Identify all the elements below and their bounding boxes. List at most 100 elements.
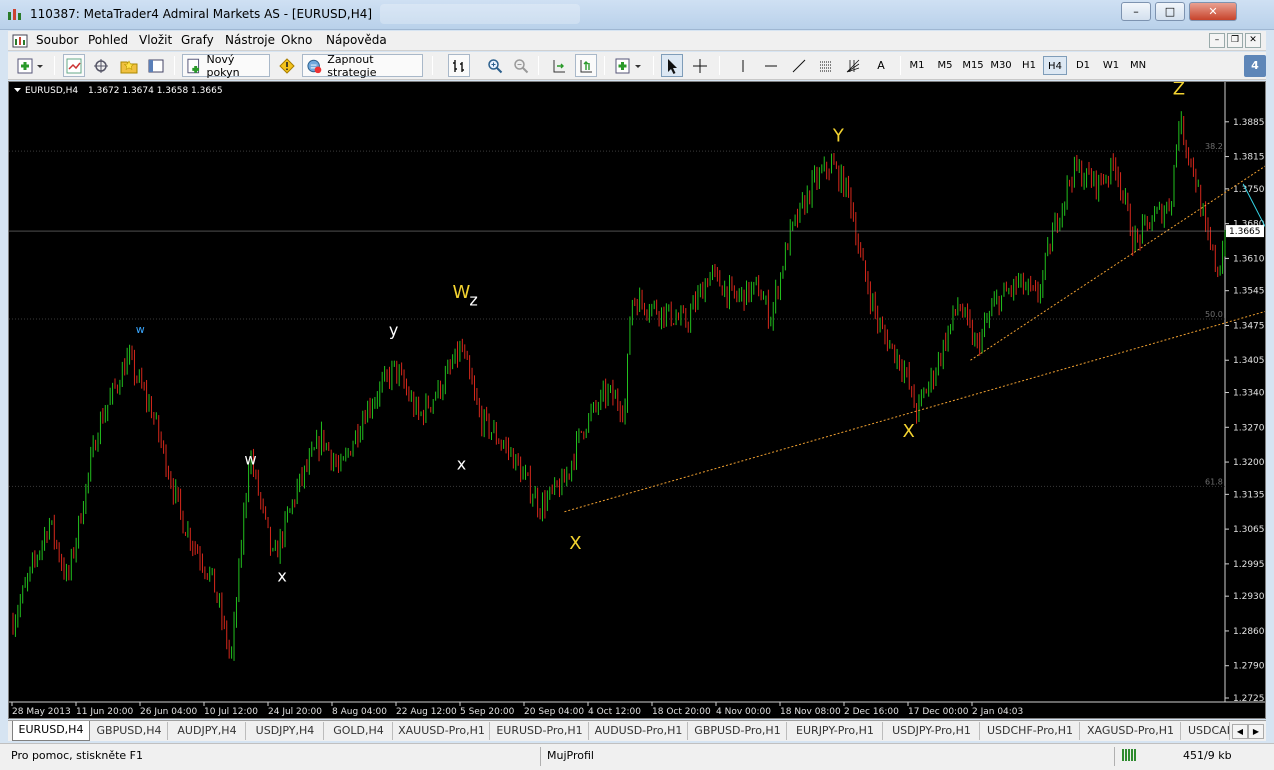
x-tick-label: 28 May 2013 (12, 707, 71, 717)
tab-xagusd-pro-h1[interactable]: XAGUSD-Pro,H1 (1081, 722, 1181, 740)
chart-minimize-button[interactable]: – (1209, 33, 1225, 48)
new-chart-button[interactable] (14, 54, 48, 77)
tab-xauusd-pro-h1[interactable]: XAUUSD-Pro,H1 (394, 722, 490, 740)
menu-vlozit[interactable]: Vložit (139, 33, 172, 47)
bar-chart-button[interactable] (448, 54, 470, 77)
chart-header-dropdown-icon[interactable] (14, 88, 21, 92)
tab-usdchf-pro-h1[interactable]: USDCHF-Pro,H1 (981, 722, 1080, 740)
new-order-label: Nový pokyn (206, 52, 240, 79)
timeframe-h1[interactable]: H1 (1017, 56, 1041, 75)
wave-label[interactable]: Y (832, 126, 845, 147)
tab-eurjpy-pro-h1[interactable]: EURJPY-Pro,H1 (788, 722, 883, 740)
wave-label[interactable]: x (277, 566, 286, 585)
terminal-button[interactable] (145, 54, 167, 77)
favorites-button[interactable] (118, 54, 140, 77)
trendline-button[interactable] (788, 54, 810, 77)
tabs-scroll-right-button[interactable]: ▶ (1248, 724, 1264, 739)
fibo-level-label: 50.0 (1205, 310, 1223, 319)
wave-label[interactable]: w (244, 451, 256, 469)
timeframe-m1[interactable]: M1 (905, 56, 929, 75)
status-traffic: 451/9 kb (1183, 749, 1232, 762)
main-toolbar: Nový pokyn Zapnout strategie A M1 M5 M15… (8, 52, 1266, 80)
crosshair-icon (693, 58, 707, 73)
tab-gbpusd-pro-h1[interactable]: GBPUSD-Pro,H1 (689, 722, 787, 740)
x-tick-label: 8 Aug 04:00 (332, 707, 387, 717)
timeframe-d1[interactable]: D1 (1071, 56, 1095, 75)
auto-trading-button[interactable]: Zapnout strategie (302, 52, 423, 79)
fibonacci-button[interactable] (842, 54, 864, 77)
channel-button[interactable] (815, 54, 837, 77)
y-tick-label: 1.3340 (1233, 389, 1265, 399)
menu-napoveda[interactable]: Nápověda (326, 33, 387, 47)
chart-restore-button[interactable]: ❐ (1227, 33, 1243, 48)
menu-pohled[interactable]: Pohled (88, 33, 128, 47)
cursor-arrow-icon (668, 58, 677, 74)
chart-shift-button[interactable] (548, 54, 570, 77)
crosshair-tool-button[interactable] (689, 54, 711, 77)
timeframe-m30[interactable]: M30 (987, 56, 1015, 75)
timeframe-mn[interactable]: MN (1126, 56, 1150, 75)
close-button[interactable]: ✕ (1189, 2, 1237, 21)
wave-label[interactable]: X (902, 421, 914, 442)
y-tick-label: 1.3545 (1233, 287, 1265, 297)
minimize-button[interactable]: – (1121, 2, 1151, 21)
chart-close-button[interactable]: ✕ (1245, 33, 1261, 48)
wave-label[interactable]: w (136, 323, 145, 336)
auto-trading-label: Zapnout strategie (327, 52, 377, 79)
tab-audusd-pro-h1[interactable]: AUDUSD-Pro,H1 (590, 722, 688, 740)
x-tick-label: 11 Jun 20:00 (76, 707, 133, 717)
tab-usdcad-partial[interactable]: USDCAI (1182, 722, 1230, 740)
timeframe-m15[interactable]: M15 (959, 56, 987, 75)
x-tick-label: 4 Oct 12:00 (588, 707, 641, 717)
menu-grafy[interactable]: Grafy (181, 33, 214, 47)
tab-gbpusd-h4[interactable]: GBPUSD,H4 (91, 722, 168, 740)
autoscroll-button[interactable] (575, 54, 597, 77)
terminal-window-icon (148, 59, 164, 72)
status-profile[interactable]: MujProfil (547, 749, 594, 762)
horizontal-line-button[interactable] (760, 54, 782, 77)
menu-nastroje[interactable]: Nástroje (225, 33, 275, 47)
navigator-button[interactable] (90, 54, 112, 77)
timeframe-h4[interactable]: H4 (1043, 56, 1067, 75)
status-help-text: Pro pomoc, stiskněte F1 (11, 749, 143, 762)
chart-window[interactable]: 1.3885 1.3815 1.3750 1.3680 1.3610 1.3545 1.34… (8, 81, 1266, 719)
notification-badge[interactable]: 4 (1244, 55, 1266, 77)
zoom-in-button[interactable] (484, 54, 506, 77)
timeframe-w1[interactable]: W1 (1099, 56, 1123, 75)
vertical-line-button[interactable] (732, 54, 754, 77)
wave-label[interactable]: W (453, 282, 471, 303)
wave-label[interactable]: Z (1173, 82, 1185, 99)
price-chart[interactable]: 1.38851.38151.37501.36801.36101.35451.34… (9, 82, 1265, 718)
fibonacci-fan-icon (846, 59, 860, 72)
cursor-tool-button[interactable] (661, 54, 683, 77)
expert-advisor-icon (307, 59, 322, 73)
tab-gold-h4[interactable]: GOLD,H4 (325, 722, 393, 740)
taskbar-ghost-area (380, 4, 580, 24)
wave-label[interactable]: x (457, 455, 466, 474)
menu-soubor[interactable]: Soubor (36, 33, 78, 47)
new-chart-icon (17, 58, 43, 73)
chart-window-icon[interactable] (12, 33, 28, 49)
maximize-button[interactable]: □ (1155, 2, 1185, 21)
indicators-button[interactable] (612, 54, 646, 77)
tab-audjpy-h4[interactable]: AUDJPY,H4 (169, 722, 246, 740)
fibo-level-label: 38.2 (1205, 142, 1223, 151)
menu-okno[interactable]: Okno (281, 33, 312, 47)
new-order-button[interactable]: Nový pokyn (182, 52, 270, 79)
y-tick-label: 1.2790 (1233, 662, 1265, 672)
wave-label[interactable]: z (469, 291, 477, 310)
timeframe-m5[interactable]: M5 (933, 56, 957, 75)
trendline[interactable] (564, 263, 1265, 513)
zoom-out-button[interactable] (510, 54, 532, 77)
market-watch-button[interactable] (63, 54, 85, 77)
window-titlebar: 110387: MetaTrader4 Admiral Markets AS -… (0, 0, 1274, 30)
tab-eurusd-pro-h1[interactable]: EURUSD-Pro,H1 (491, 722, 589, 740)
tab-usdjpy-pro-h1[interactable]: USDJPY-Pro,H1 (884, 722, 980, 740)
tabs-scroll-left-button[interactable]: ◀ (1232, 724, 1248, 739)
alert-button[interactable] (276, 54, 298, 77)
tab-usdjpy-h4[interactable]: USDJPY,H4 (247, 722, 324, 740)
tab-eurusd-h4[interactable]: EURUSD,H4 (12, 721, 90, 741)
wave-label[interactable]: X (569, 533, 581, 554)
text-tool-button[interactable]: A (870, 54, 892, 77)
wave-label[interactable]: y (389, 320, 398, 339)
